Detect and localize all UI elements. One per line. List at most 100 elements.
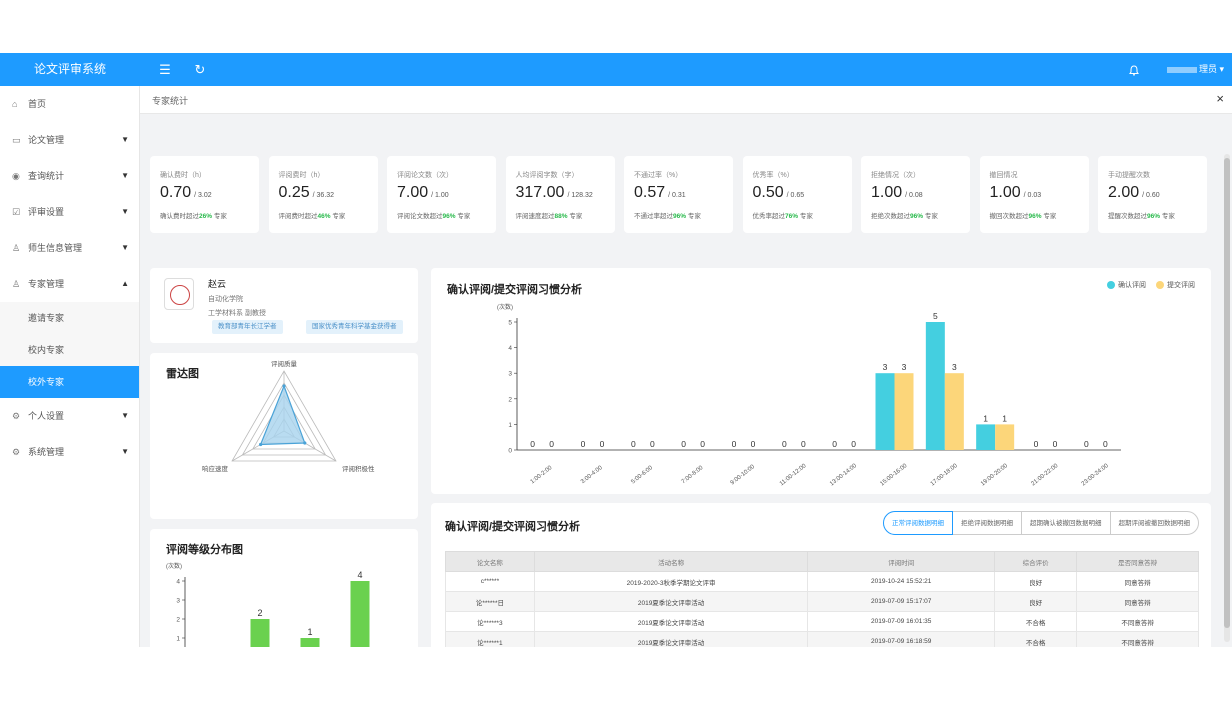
page-scrollbar[interactable] (1224, 154, 1230, 642)
sidebar-item-personal-settings[interactable]: ⚙ 个人设置 ▼ (0, 398, 139, 434)
column-header[interactable]: 评阅时间 (807, 551, 996, 572)
grade-distribution-panel: 评阅等级分布图 (次数) 0 1 2 3 4 0 A档 2 B档 1 C档 4 D档 (150, 529, 418, 647)
column-header[interactable]: 论文名称 (445, 551, 535, 572)
stat-label: 人均评阅字数（字） (515, 172, 579, 179)
bar-confirm[interactable] (875, 373, 895, 450)
detail-table-panel: 确认评阅/提交评阅习惯分析 正常评阅数据明细 拒绝评阅数据明细 超期确认被撤回数… (431, 503, 1211, 647)
tab-rejected-review[interactable]: 拒绝评阅数据明细 (952, 511, 1022, 535)
table-cell: 良好 (994, 571, 1078, 592)
sidebar-item-home[interactable]: ⌂ 首页 (0, 86, 139, 122)
stat-foot-suffix: 专家 (686, 213, 701, 220)
stat-percent: 96% (1147, 213, 1161, 220)
bar-confirm[interactable] (925, 322, 945, 450)
radar-indicator-label: 评阅质量 (271, 359, 298, 368)
table-cell: 论******1 (445, 631, 535, 647)
legend-item-confirm[interactable]: 确认评阅 (1107, 281, 1146, 290)
sidebar-item-teacher-student-info[interactable]: ♙ 师生信息管理 ▼ (0, 230, 139, 266)
stat-main-value: 0.25 (278, 184, 310, 201)
stat-average: / 0.03 (1023, 192, 1042, 199)
stat-card: 优秀率（%） 0.50/ 0.65 优秀率超过76% 专家 (742, 156, 852, 233)
caret-down-icon: ▼ (121, 207, 129, 216)
bar-value-label: 3 (902, 362, 907, 372)
legend-dot-icon (1107, 281, 1116, 290)
gear-icon: ⚙ (12, 411, 21, 421)
bar-value-label: 3 (883, 362, 888, 372)
radar-point[interactable] (259, 442, 263, 447)
sidebar: ⌂ 首页 ▭ 论文管理 ▼ ◉ 查询统计 ▼ ☑ 评审设置 ▼ ♙ 师生信息管理 ▼ ♙ 专家管理 ▲… (0, 86, 140, 647)
grade-bar[interactable] (350, 581, 370, 647)
x-tick-label: 9:00-10:00 (730, 464, 757, 487)
bar-submit[interactable] (894, 373, 914, 450)
bell-icon[interactable] (1126, 62, 1142, 78)
sidebar-item-paper-management[interactable]: ▭ 论文管理 ▼ (0, 122, 139, 158)
checklist-icon: ☑ (12, 207, 21, 217)
column-header[interactable]: 综合评价 (994, 551, 1078, 572)
stat-card: 评阅费时（h） 0.25/ 36.32 评阅费时超过46% 专家 (268, 156, 378, 233)
sidebar-item-label: 个人设置 (28, 411, 65, 421)
sidebar-item-system-management[interactable]: ⚙ 系统管理 ▼ (0, 434, 139, 470)
table-cell: 2019-07-09 15:17:07 (807, 591, 996, 612)
bar-submit[interactable] (995, 424, 1015, 450)
table-cell: 论******日 (445, 591, 535, 612)
app-title: 论文评审系统 (33, 62, 106, 76)
sidebar-item-review-settings[interactable]: ☑ 评审设置 ▼ (0, 194, 139, 230)
table-row[interactable]: 论******日 2019夏季论文评审活动 2019-07-09 15:17:07 良… (445, 591, 1199, 612)
table-row[interactable]: 论******1 2019夏季论文评审活动 2019-07-09 16:18:59 不… (445, 631, 1199, 647)
bar-value-label: 0 (1053, 439, 1058, 449)
bar-confirm[interactable] (976, 424, 996, 450)
stat-foot-suffix: 专家 (798, 213, 813, 220)
stat-card: 撤回情况 1.00/ 0.03 撤回次数超过96% 专家 (979, 156, 1089, 233)
expert-name: 赵云 (208, 279, 227, 289)
radar-point[interactable] (303, 441, 307, 445)
user-menu[interactable]: 理员 ▾ (1166, 53, 1224, 86)
close-icon[interactable]: × (1216, 91, 1224, 106)
tab-overdue-confirm-withdrawn[interactable]: 超期确认被撤回数据明细 (1021, 511, 1111, 535)
y-tick-label: 3 (508, 371, 512, 378)
table-cell: 同意答辩 (1076, 571, 1199, 592)
scrollbar-thumb[interactable] (1224, 158, 1230, 628)
sidebar-item-label: 专家管理 (28, 279, 65, 289)
y-tick-label: 0 (508, 448, 512, 455)
refresh-icon[interactable]: ↻ (192, 62, 208, 78)
bar-value-label: 1 (307, 627, 312, 637)
stat-percent: 76% (785, 213, 799, 220)
sidebar-item-expert-management[interactable]: ♙ 专家管理 ▲ (0, 266, 139, 302)
stat-foot-suffix: 专家 (330, 213, 346, 220)
column-header[interactable]: 活动名称 (533, 551, 809, 572)
sidebar-subitem-invite-expert[interactable]: 邀请专家 (0, 302, 139, 334)
main-content: 专家统计 × 确认费时（h） 0.70/ 3.02 确认费时超过26% 专家 评阅费时… (140, 86, 1232, 647)
stat-value: 0.50/ 0.65 (753, 184, 805, 202)
column-header[interactable]: 是否同意答辩 (1076, 551, 1199, 572)
breadcrumb-current: 专家统计 (152, 96, 189, 106)
sidebar-item-label: 师生信息管理 (28, 243, 83, 253)
grade-bar[interactable] (250, 619, 270, 647)
sidebar-item-query-statistics[interactable]: ◉ 查询统计 ▼ (0, 158, 139, 194)
stat-average: / 0.31 (668, 192, 686, 199)
table-cell: 2019-2020-3秋季学期论文评审 (533, 571, 809, 592)
home-icon: ⌂ (12, 99, 18, 109)
sidebar-subitem-internal-expert[interactable]: 校内专家 (0, 334, 139, 366)
y-tick-label: 4 (508, 345, 512, 352)
table-row[interactable]: 论******3 2019夏季论文评审活动 2019-07-09 16:01:35 不… (445, 611, 1199, 632)
radar-point[interactable] (282, 384, 286, 388)
tab-overdue-review-withdrawn[interactable]: 超期评阅被撤回数据明细 (1109, 511, 1199, 535)
person-icon: ♙ (12, 279, 21, 289)
bar-submit[interactable] (944, 373, 964, 450)
table-row[interactable]: c****** 2019-2020-3秋季学期论文评审 2019-10-24 15:… (445, 571, 1199, 592)
menu-icon[interactable]: ☰ (157, 62, 173, 78)
stat-average: / 128.32 (567, 192, 593, 199)
sidebar-item-label: 查询统计 (28, 171, 65, 181)
stat-foot-prefix: 评阅费时超过 (278, 213, 318, 220)
stat-main-value: 0.57 (634, 184, 666, 201)
caret-down-icon: ▼ (121, 171, 129, 180)
radar-indicator-label: 响应速度 (202, 464, 229, 473)
stat-foot-suffix: 专家 (212, 213, 227, 220)
sidebar-subitem-external-expert[interactable]: 校外专家 (0, 366, 139, 398)
legend-item-submit[interactable]: 提交评阅 (1156, 281, 1195, 290)
tab-normal-review[interactable]: 正常评阅数据明细 (883, 511, 953, 535)
stat-average: / 1.00 (431, 192, 449, 199)
grade-bar[interactable] (300, 638, 320, 647)
stat-main-value: 7.00 (397, 184, 429, 201)
stat-foot-suffix: 专家 (1160, 213, 1175, 220)
stat-main-value: 1.00 (871, 184, 903, 201)
